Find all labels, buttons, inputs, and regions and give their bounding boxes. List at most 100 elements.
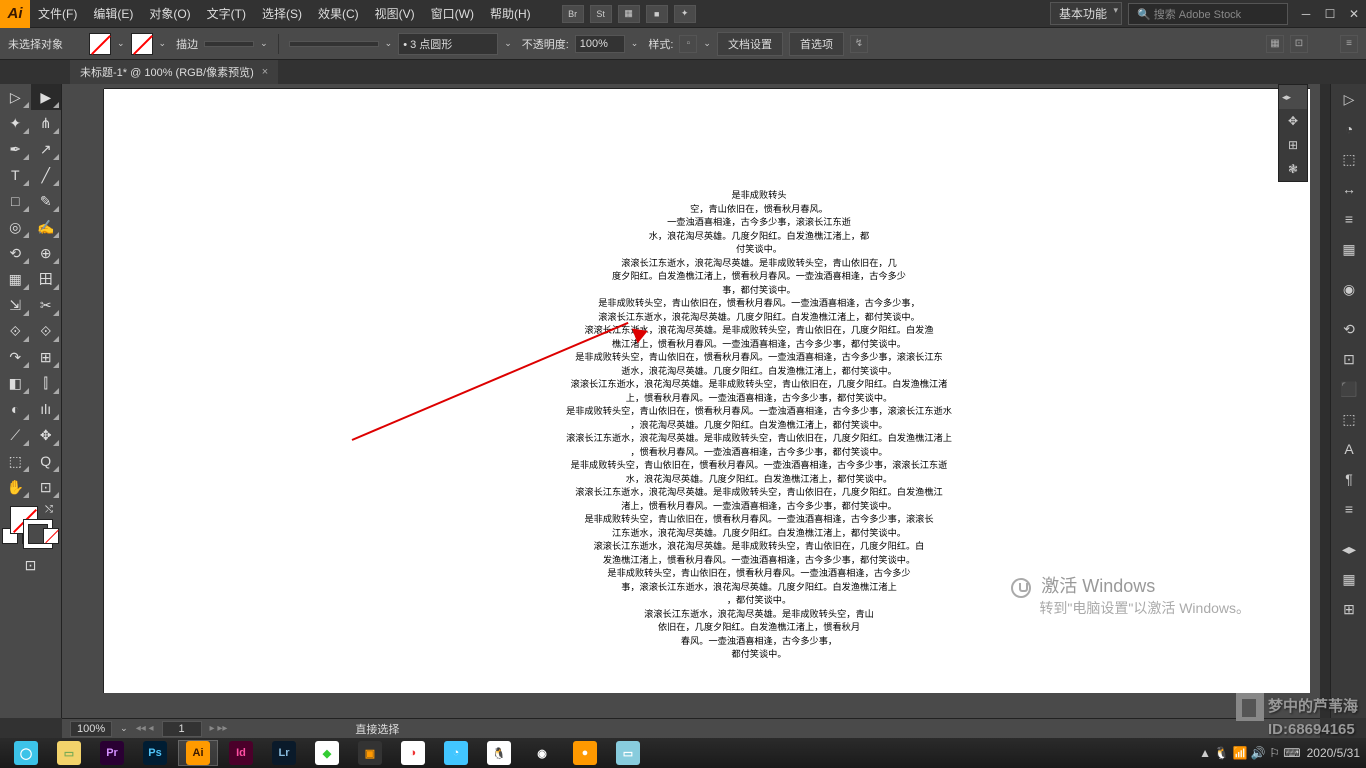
dock-panel-icon[interactable]: ▷ <box>1331 84 1366 114</box>
tool-button[interactable]: ╱ <box>31 162 62 188</box>
bridge-link-icon[interactable]: ▦ <box>618 5 640 23</box>
prefs-icon[interactable]: ↯ <box>850 35 868 53</box>
taskbar-app[interactable]: Id <box>221 740 261 766</box>
style-swatch[interactable]: ▫ <box>679 35 697 53</box>
document-tab[interactable]: 未标题-1* @ 100% (RGB/像素预览) × <box>70 60 278 84</box>
dock-panel-icon[interactable]: A <box>1331 434 1366 464</box>
taskbar-app[interactable]: ◯ <box>6 740 46 766</box>
preferences-button[interactable]: 首选项 <box>789 32 844 56</box>
lib-panel-icon[interactable]: ✥ <box>1279 109 1307 133</box>
bridge-link-icon[interactable]: Br <box>562 5 584 23</box>
tool-button[interactable]: ↗ <box>31 136 62 162</box>
taskbar-app[interactable]: ◔ <box>436 740 476 766</box>
search-input[interactable]: 🔍 搜索 Adobe Stock <box>1128 3 1288 25</box>
tool-button[interactable]: ⋔ <box>31 110 62 136</box>
taskbar-app[interactable]: ▭ <box>49 740 89 766</box>
stroke-swatch[interactable] <box>131 33 153 55</box>
tool-button[interactable]: ▦ <box>0 266 31 292</box>
taskbar-app[interactable]: ◑ <box>393 740 433 766</box>
dock-panel-icon[interactable]: ≡ <box>1331 204 1366 234</box>
menu-item[interactable]: 选择(S) <box>254 5 310 22</box>
tool-button[interactable]: ⇲ <box>0 292 31 318</box>
dock-panel-icon[interactable]: ⬚ <box>1331 404 1366 434</box>
taskbar-app[interactable]: ▭ <box>608 740 648 766</box>
dock-panel-icon[interactable]: ⬚ <box>1331 144 1366 174</box>
bridge-link-icon[interactable]: St <box>590 5 612 23</box>
close-button[interactable]: ✕ <box>1342 7 1366 21</box>
tool-button[interactable]: ✋ <box>0 474 31 500</box>
stroke-weight-input[interactable] <box>204 41 254 47</box>
dock-panel-icon[interactable]: ↔ <box>1331 174 1366 204</box>
system-tray[interactable]: ▲ 🐧 📶 🔊 ⚐ ⌨ 2020/5/31 <box>1199 746 1360 760</box>
dock-panel-icon[interactable]: ◂▸ <box>1331 534 1366 564</box>
tool-button[interactable]: ılı <box>31 396 62 422</box>
artboard-number[interactable]: 1 <box>162 721 202 737</box>
tool-button[interactable]: ⫿ <box>31 370 62 396</box>
menu-item[interactable]: 编辑(E) <box>85 5 141 22</box>
dock-panel-icon[interactable]: ⊡ <box>1331 344 1366 374</box>
taskbar-app[interactable]: Ps <box>135 740 175 766</box>
dock-panel-icon[interactable]: ¶ <box>1331 464 1366 494</box>
maximize-button[interactable]: ☐ <box>1318 7 1342 21</box>
dock-panel-icon[interactable]: ⬛ <box>1331 374 1366 404</box>
tool-button[interactable]: T <box>0 162 31 188</box>
tool-button[interactable]: ✒ <box>0 136 31 162</box>
tool-button[interactable]: ✎ <box>31 188 62 214</box>
dock-panel-icon[interactable]: ⊞ <box>1331 594 1366 624</box>
menu-item[interactable]: 帮助(H) <box>482 5 539 22</box>
tool-button[interactable]: ⊕ <box>31 240 62 266</box>
opacity-input[interactable]: 100% <box>575 35 625 53</box>
tool-button[interactable]: ✦ <box>0 110 31 136</box>
tool-button[interactable]: ◎ <box>0 214 31 240</box>
tool-button[interactable]: □ <box>0 188 31 214</box>
tool-button[interactable]: ⊞ <box>31 344 62 370</box>
taskbar-app[interactable]: ● <box>565 740 605 766</box>
taskbar-app[interactable]: ▣ <box>350 740 390 766</box>
tool-button[interactable]: 田 <box>31 266 62 292</box>
zoom-input[interactable]: 100% <box>70 721 112 737</box>
dock-panel-icon[interactable]: ⟲ <box>1331 314 1366 344</box>
transform-icon[interactable]: ⊡ <box>1290 35 1308 53</box>
align-icon[interactable]: ▦ <box>1266 35 1284 53</box>
dock-panel-icon[interactable]: ▦ <box>1331 564 1366 594</box>
dock-panel-icon[interactable]: ◉ <box>1331 274 1366 304</box>
libraries-mini-panel[interactable]: ◂▸✥⊞❃ <box>1278 84 1308 182</box>
menu-item[interactable]: 文件(F) <box>30 5 85 22</box>
doc-setup-button[interactable]: 文档设置 <box>717 32 783 56</box>
artboard-nav-next[interactable]: ▸ ▸▸ <box>210 723 228 734</box>
tool-button[interactable]: ▷ <box>0 84 31 110</box>
bridge-link-icon[interactable]: ✦ <box>674 5 696 23</box>
tool-button[interactable]: ⟲ <box>0 240 31 266</box>
tool-button[interactable]: ↷ <box>0 344 31 370</box>
menu-item[interactable]: 视图(V) <box>367 5 423 22</box>
dock-panel-icon[interactable]: ▦ <box>1331 234 1366 264</box>
tool-button[interactable]: ⟋ <box>0 422 31 448</box>
taskbar-app[interactable]: Lr <box>264 740 304 766</box>
tool-button[interactable]: ⟐ <box>31 318 62 344</box>
menu-item[interactable]: 窗口(W) <box>423 5 482 22</box>
swap-icon[interactable]: ⤭ <box>45 504 53 515</box>
artboard-nav-prev[interactable]: ◂◂ ◂ <box>136 723 154 734</box>
lib-panel-icon[interactable]: ◂▸ <box>1279 85 1307 109</box>
tool-button[interactable]: Q <box>31 448 62 474</box>
tab-close-icon[interactable]: × <box>262 66 268 78</box>
menu-item[interactable]: 对象(O) <box>141 5 198 22</box>
tool-button[interactable]: ⟐ <box>0 318 31 344</box>
tool-button[interactable]: ✍ <box>31 214 62 240</box>
artboard[interactable]: 是非成败转头空，青山依旧在，惯看秋月春风。一壶浊酒喜相逢，古今多少事，滚滚长江东… <box>104 89 1310 693</box>
tool-button[interactable]: ◧ <box>0 370 31 396</box>
tool-button[interactable]: ⊡ <box>31 474 62 500</box>
workspace-switcher[interactable]: 基本功能 <box>1050 2 1122 25</box>
lib-panel-icon[interactable]: ⊞ <box>1279 133 1307 157</box>
fill-stroke-control[interactable]: ⤭ <box>0 500 61 554</box>
taskbar-app[interactable]: Ai <box>178 740 218 766</box>
menu-item[interactable]: 文字(T) <box>199 5 254 22</box>
profile-input[interactable]: • 3 点圆形 <box>398 33 498 55</box>
taskbar-app[interactable]: 🐧 <box>479 740 519 766</box>
minimize-button[interactable]: ─ <box>1294 7 1318 21</box>
dock-panel-icon[interactable]: ≡ <box>1331 494 1366 524</box>
tool-button[interactable]: ✂ <box>31 292 62 318</box>
dock-panel-icon[interactable]: ◔ <box>1331 114 1366 144</box>
menu-item[interactable]: 效果(C) <box>310 5 367 22</box>
screen-mode-button[interactable]: ⊡ <box>0 552 61 578</box>
